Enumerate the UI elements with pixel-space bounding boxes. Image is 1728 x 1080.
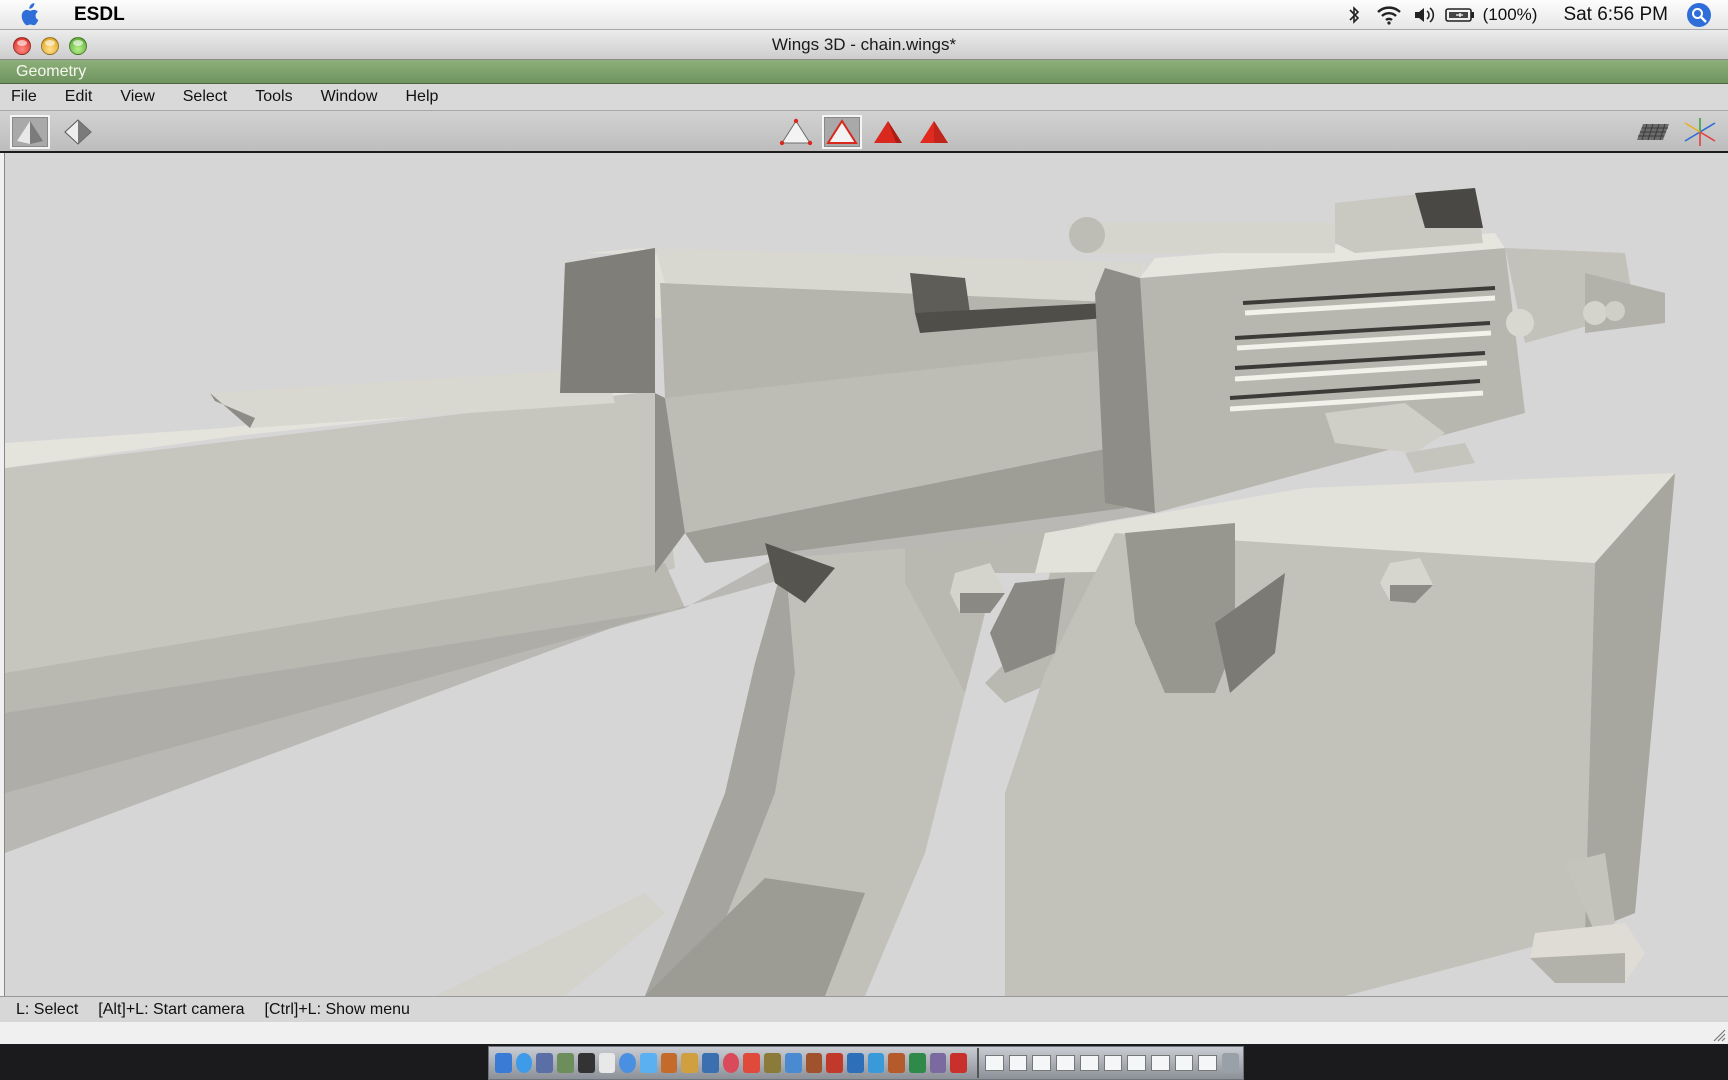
dock	[488, 1046, 1244, 1080]
apple-icon[interactable]	[0, 0, 58, 30]
menu-window[interactable]: Window	[321, 88, 378, 106]
groundplane-toggle[interactable]	[1632, 115, 1672, 149]
body-select-icon	[920, 121, 948, 143]
resize-grip-icon[interactable]	[1712, 1028, 1726, 1042]
ichat-icon[interactable]	[619, 1053, 636, 1073]
3d-viewport[interactable]	[4, 153, 1728, 996]
app-menubar: File Edit View Select Tools Window Help	[0, 84, 1728, 111]
document-icon[interactable]	[985, 1055, 1004, 1071]
app-menu-name[interactable]: ESDL	[74, 4, 125, 26]
app-icon[interactable]	[846, 1053, 864, 1073]
vertex-select-icon	[779, 118, 813, 146]
face-select-button[interactable]	[868, 115, 908, 149]
menu-edit[interactable]: Edit	[65, 88, 93, 106]
edge-select-button[interactable]	[822, 115, 862, 149]
document-icon[interactable]	[1008, 1055, 1028, 1071]
menu-select[interactable]: Select	[183, 88, 227, 106]
wifi-icon[interactable]	[1371, 0, 1407, 30]
menu-tools[interactable]: Tools	[255, 88, 292, 106]
app-icon[interactable]	[660, 1053, 678, 1073]
document-icon[interactable]	[1174, 1055, 1194, 1071]
groundplane-icon	[1637, 123, 1669, 141]
status-camera-hint: [Alt]+L: Start camera	[98, 1000, 245, 1018]
model-chain-gun	[5, 188, 1675, 996]
orthographic-view-button[interactable]	[58, 115, 98, 149]
spotlight-icon[interactable]	[1684, 0, 1714, 30]
app-icon[interactable]	[909, 1053, 926, 1073]
system-menubar: ESDL (100%) Sat 6:56 PM	[0, 0, 1728, 30]
document-icon[interactable]	[1032, 1055, 1052, 1071]
app-icon[interactable]	[536, 1053, 554, 1073]
finder-icon[interactable]	[495, 1053, 512, 1073]
status-menu-hint: [Ctrl]+L: Show menu	[264, 1000, 410, 1018]
perspective-view-button[interactable]	[10, 115, 50, 149]
itunes-icon[interactable]	[639, 1053, 657, 1073]
safari-icon[interactable]	[515, 1053, 533, 1073]
ical-icon[interactable]	[743, 1053, 761, 1073]
document-icon[interactable]	[1103, 1055, 1123, 1071]
axes-toggle[interactable]	[1680, 115, 1720, 149]
battery-percentage: (100%)	[1482, 4, 1538, 24]
orthographic-view-icon	[64, 119, 92, 145]
document-icon[interactable]	[1056, 1055, 1075, 1071]
edge-select-icon	[826, 119, 858, 144]
app-icon[interactable]	[826, 1053, 843, 1073]
bluetooth-icon[interactable]	[1337, 0, 1371, 30]
dock-separator	[977, 1048, 980, 1078]
document-icon[interactable]	[1127, 1055, 1146, 1071]
app-icon[interactable]	[867, 1053, 885, 1073]
app-icon[interactable]	[929, 1053, 947, 1073]
axes-icon	[1684, 118, 1716, 146]
app-icon[interactable]	[598, 1053, 616, 1073]
toolbar	[0, 111, 1728, 153]
clock[interactable]: Sat 6:56 PM	[1563, 4, 1668, 26]
app-icon[interactable]	[577, 1053, 595, 1073]
app-icon[interactable]	[784, 1053, 802, 1073]
geometry-title-bar[interactable]: Geometry	[0, 60, 1728, 84]
document-icon[interactable]	[1198, 1055, 1218, 1071]
app-icon[interactable]	[557, 1053, 574, 1073]
document-icon[interactable]	[1150, 1055, 1170, 1071]
app-icon[interactable]	[681, 1053, 699, 1073]
body-select-button[interactable]	[914, 115, 954, 149]
app-icon[interactable]	[888, 1053, 906, 1073]
vertex-select-button[interactable]	[776, 115, 816, 149]
volume-icon[interactable]	[1407, 0, 1443, 30]
app-icon[interactable]	[764, 1053, 781, 1073]
trash-icon[interactable]	[1222, 1053, 1239, 1073]
wings3d-window: Wings 3D - chain.wings* Geometry File Ed…	[0, 30, 1728, 1044]
face-select-icon	[874, 121, 902, 143]
battery-icon[interactable]	[1443, 0, 1477, 30]
menu-file[interactable]: File	[11, 88, 37, 106]
document-icon[interactable]	[1079, 1055, 1099, 1071]
perspective-view-icon	[17, 121, 43, 144]
status-select-hint: L: Select	[16, 1000, 79, 1018]
geometry-label: Geometry	[16, 63, 87, 80]
status-bar: L: Select [Alt]+L: Start camera [Ctrl]+L…	[0, 996, 1728, 1042]
menu-help[interactable]: Help	[405, 88, 438, 106]
app-icon[interactable]	[722, 1053, 740, 1073]
window-title: Wings 3D - chain.wings*	[771, 35, 957, 54]
app-icon[interactable]	[950, 1053, 968, 1073]
menu-view[interactable]: View	[120, 88, 154, 106]
app-icon[interactable]	[805, 1053, 823, 1073]
app-icon[interactable]	[702, 1053, 719, 1073]
window-titlebar[interactable]: Wings 3D - chain.wings*	[0, 30, 1728, 60]
